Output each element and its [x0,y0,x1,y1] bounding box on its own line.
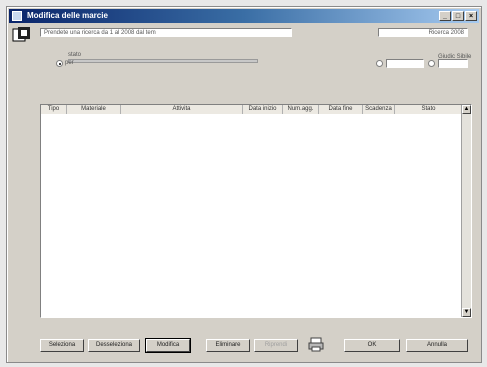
column-header[interactable]: Num.agg. [283,105,319,114]
delete-button[interactable]: Eliminare [206,339,250,352]
mini-field-1[interactable] [386,59,424,68]
state-slider[interactable] [68,59,258,63]
state-label: stato [68,52,82,58]
column-header[interactable]: Materiale [67,105,121,114]
column-header[interactable]: Scadenza [363,105,395,114]
minimize-button[interactable]: _ [439,11,451,21]
search-field[interactable]: Prendete una ricerca da 1 al 2008 dal te… [40,28,292,37]
column-header[interactable]: Stato [395,105,463,114]
deselect-button[interactable]: Desseleziona [88,339,140,352]
app-icon [12,11,22,21]
title-bar: Modifica delle marcie _ □ × [9,9,479,23]
vertical-scrollbar[interactable]: ▲ ▼ [461,105,471,317]
column-header[interactable]: Attivita [121,105,243,114]
ok-button[interactable]: OK [344,339,400,352]
table-body [41,114,461,317]
app-logo-icon [12,27,30,42]
column-header[interactable]: Data inizio [243,105,283,114]
radio-per[interactable] [56,60,63,67]
printer-icon[interactable] [308,337,324,352]
header-panel: Prendete una ricerca da 1 al 2008 dal te… [10,22,477,100]
select-button[interactable]: Seleziona [40,339,84,352]
column-header[interactable]: Data fine [319,105,363,114]
range-field[interactable]: Ricerca 2008 [378,28,468,37]
records-table: Tipo Materiale Attivita Data inizio Num.… [40,104,472,318]
close-button[interactable]: × [465,11,477,21]
column-header[interactable]: Tipo [41,105,67,114]
cancel-button[interactable]: Annulla [406,339,468,352]
radio-b[interactable] [428,60,435,67]
scroll-up-icon[interactable]: ▲ [462,105,471,114]
scroll-down-icon[interactable]: ▼ [462,308,471,317]
maximize-button[interactable]: □ [452,11,464,21]
radio-a[interactable] [376,60,383,67]
edit-button[interactable]: Modifica [145,338,191,353]
resume-button[interactable]: Riprendi [254,339,298,352]
window-title: Modifica delle marcie [27,11,108,20]
mini-field-2[interactable] [438,59,468,68]
radio-per-label: per [65,60,74,66]
